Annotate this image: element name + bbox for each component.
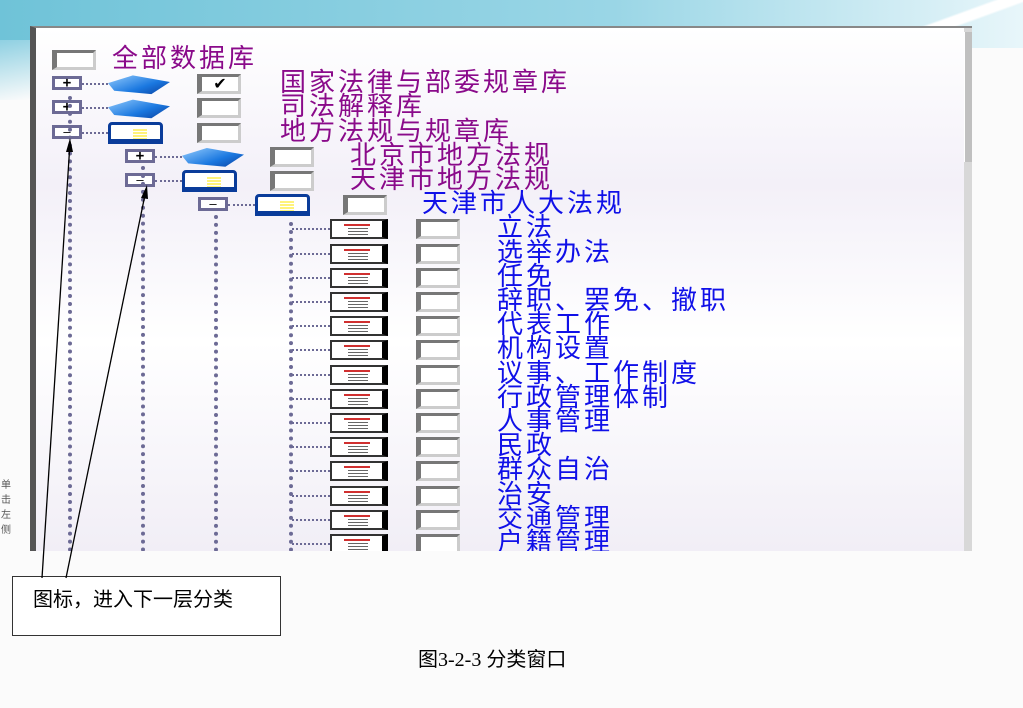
arrow-head-2	[141, 185, 148, 199]
arrow-line-1	[41, 142, 71, 579]
arrow-line-2	[65, 189, 147, 579]
callout-arrows	[41, 138, 148, 579]
arrow-head-1	[66, 138, 73, 152]
